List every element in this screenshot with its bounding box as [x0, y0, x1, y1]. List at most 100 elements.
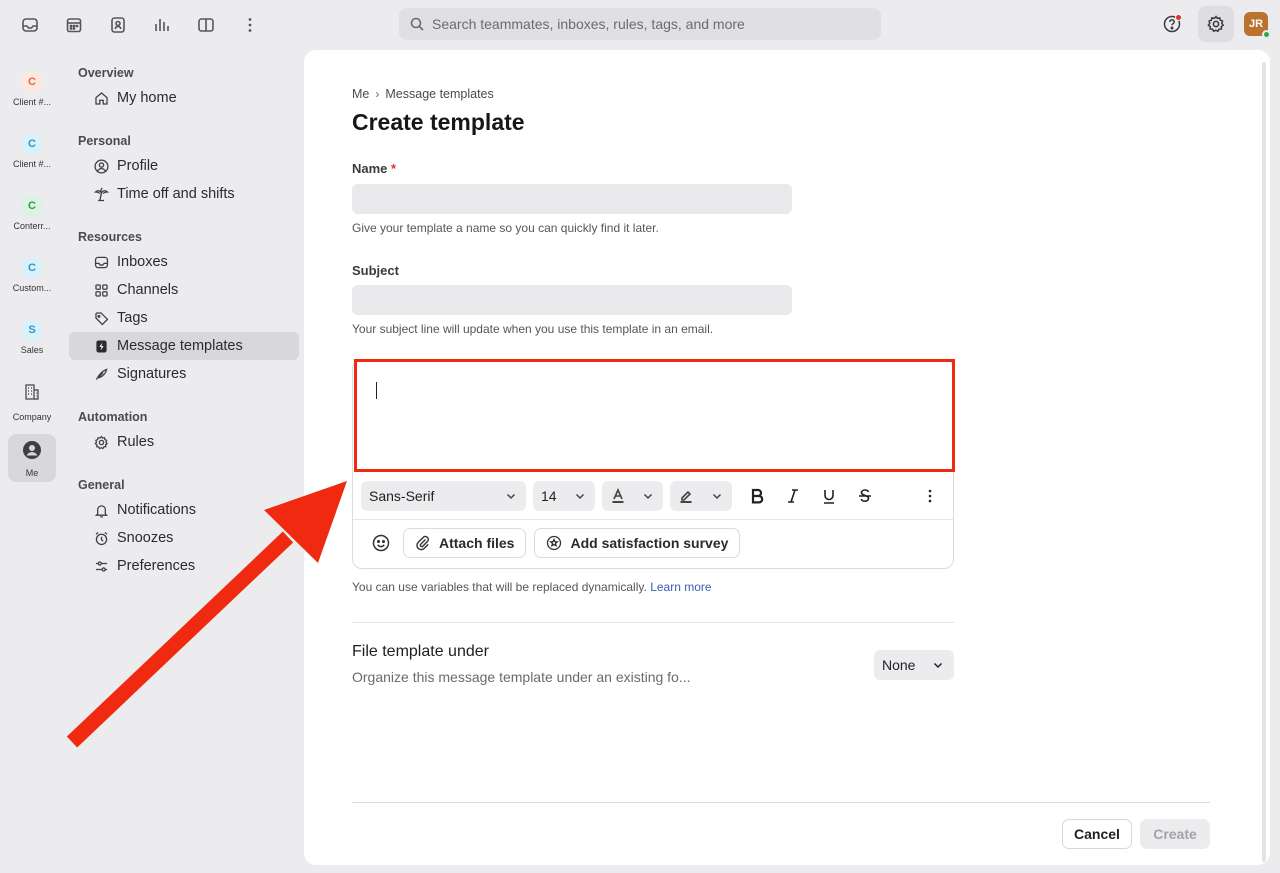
workspace-badge: C: [22, 134, 42, 154]
strikethrough-button[interactable]: [847, 481, 883, 511]
nav-item-notifications[interactable]: Notifications: [69, 496, 299, 524]
breadcrumb-message-templates[interactable]: Message templates: [385, 87, 493, 101]
folder-select[interactable]: None: [874, 650, 954, 680]
chevron-down-icon: [506, 493, 516, 500]
chevron-down-icon: [933, 662, 943, 669]
rail-item-client-1[interactable]: C Client #...: [0, 62, 64, 124]
variables-hint: You can use variables that will be repla…: [352, 580, 712, 594]
nav-section-automation: Automation: [78, 410, 148, 424]
help-button[interactable]: [1154, 6, 1190, 42]
breadcrumb-separator: ›: [375, 87, 380, 101]
file-template-under-title: File template under: [352, 643, 489, 660]
chevron-down-icon: [575, 493, 585, 500]
attach-files-label: Attach files: [439, 535, 515, 551]
nav-item-profile[interactable]: Profile: [69, 152, 299, 180]
toolbar-divider: [353, 519, 953, 520]
scrollbar[interactable]: [1262, 62, 1266, 862]
profile-icon: [94, 158, 109, 174]
nav-item-snoozes[interactable]: Snoozes: [69, 524, 299, 552]
search-bar[interactable]: Search teammates, inboxes, rules, tags, …: [399, 8, 881, 40]
add-satisfaction-survey-button[interactable]: Add satisfaction survey: [534, 528, 741, 558]
section-divider: [352, 622, 954, 623]
bold-icon: [751, 488, 764, 504]
bold-button[interactable]: [739, 481, 775, 511]
italic-button[interactable]: [775, 481, 811, 511]
rail-item-me[interactable]: Me: [8, 434, 56, 482]
more-vertical-icon[interactable]: [228, 3, 272, 47]
nav-item-tags[interactable]: Tags: [69, 304, 299, 332]
search-placeholder: Search teammates, inboxes, rules, tags, …: [432, 16, 745, 32]
add-survey-label: Add satisfaction survey: [570, 535, 729, 551]
split-view-icon[interactable]: [184, 3, 228, 47]
underline-button[interactable]: [811, 481, 847, 511]
home-icon: [95, 91, 108, 105]
paperclip-icon: [416, 535, 429, 551]
settings-button[interactable]: [1198, 6, 1234, 42]
subject-label: Subject: [352, 263, 399, 278]
emoji-button[interactable]: [367, 528, 395, 558]
rail-item-client-2[interactable]: C Client #...: [0, 124, 64, 186]
inbox-icon[interactable]: [8, 3, 52, 47]
font-family-value: Sans-Serif: [369, 488, 435, 504]
attachment-row: Attach files Add satisfaction survey: [367, 528, 741, 558]
page-title: Create template: [352, 109, 525, 135]
highlight-color-select[interactable]: [670, 481, 732, 511]
alarm-clock-icon: [95, 531, 108, 545]
chevron-down-icon: [712, 493, 722, 500]
subject-input[interactable]: [352, 285, 792, 315]
building-icon: [22, 382, 42, 407]
nav-section-personal: Personal: [78, 134, 131, 148]
workspace-rail: C Client #... C Client #... C Conterr...…: [0, 62, 64, 482]
nav-label: Profile: [117, 158, 159, 174]
cog-icon: [94, 435, 109, 449]
rail-item-company[interactable]: Company: [0, 372, 64, 434]
file-template-under-description: Organize this message template under an …: [352, 669, 691, 685]
rail-label: Conterr...: [13, 221, 51, 231]
bell-icon: [94, 504, 109, 518]
grid-icon: [95, 283, 108, 297]
smiley-icon: [372, 534, 390, 552]
font-family-select[interactable]: Sans-Serif: [361, 481, 526, 511]
nav-item-inboxes[interactable]: Inboxes: [69, 248, 299, 276]
lightning-icon: [96, 340, 107, 352]
nav-label: Inboxes: [117, 254, 168, 270]
attach-files-button[interactable]: Attach files: [403, 528, 527, 558]
name-input[interactable]: [352, 184, 792, 214]
search-icon: [410, 17, 424, 31]
learn-more-link[interactable]: Learn more: [650, 580, 711, 594]
analytics-icon[interactable]: [140, 3, 184, 47]
nav-label: Time off and shifts: [117, 186, 235, 202]
cancel-button[interactable]: Cancel: [1062, 819, 1132, 849]
font-size-select[interactable]: 14: [533, 481, 595, 511]
rail-label: Custom...: [12, 283, 52, 293]
nav-item-time-off[interactable]: Time off and shifts: [69, 180, 299, 208]
user-avatar[interactable]: JR: [1244, 12, 1271, 39]
rail-label: Me: [25, 468, 39, 478]
rail-item-conterr[interactable]: C Conterr...: [0, 186, 64, 248]
nav-item-rules[interactable]: Rules: [69, 428, 299, 456]
nav-item-preferences[interactable]: Preferences: [69, 552, 299, 580]
nav-item-signatures[interactable]: Signatures: [69, 360, 299, 388]
create-button[interactable]: Create: [1140, 819, 1210, 849]
calendar-icon[interactable]: [52, 3, 96, 47]
nav-section-general: General: [78, 478, 125, 492]
rail-label: Client #...: [12, 97, 52, 107]
text-color-select[interactable]: [602, 481, 663, 511]
rail-item-custom[interactable]: C Custom...: [0, 248, 64, 310]
rail-item-sales[interactable]: S Sales: [0, 310, 64, 372]
top-bar: Search teammates, inboxes, rules, tags, …: [0, 0, 1280, 50]
nav-item-message-templates[interactable]: Message templates: [69, 332, 299, 360]
contacts-icon[interactable]: [96, 3, 140, 47]
breadcrumb-me[interactable]: Me: [352, 87, 369, 101]
font-size-value: 14: [541, 488, 557, 504]
highlighter-icon: [680, 490, 692, 503]
nav-label: Notifications: [117, 502, 196, 518]
more-options-button[interactable]: [915, 481, 945, 511]
nav-label: Tags: [117, 310, 148, 326]
nav-item-channels[interactable]: Channels: [69, 276, 299, 304]
subject-hint: Your subject line will update when you u…: [352, 322, 714, 336]
nav-section-overview: Overview: [78, 66, 134, 80]
nav-item-my-home[interactable]: My home: [69, 84, 299, 112]
feather-icon: [95, 367, 108, 380]
rail-label: Client #...: [12, 159, 52, 169]
